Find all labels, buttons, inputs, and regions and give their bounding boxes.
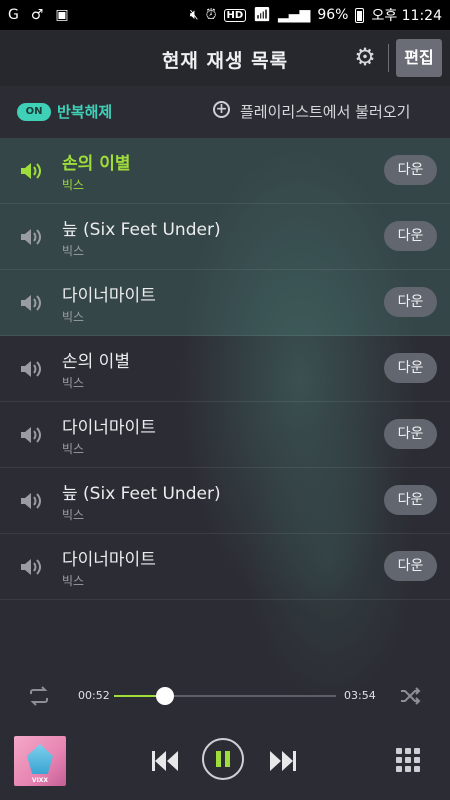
speaker-idle-icon bbox=[21, 361, 41, 377]
list-item[interactable]: 다이너마이트 빅스 다운 bbox=[0, 270, 450, 336]
hd-icon: HD bbox=[223, 8, 247, 22]
track-artist: 빅스 bbox=[62, 244, 85, 258]
track-artist: 빅스 bbox=[62, 508, 85, 522]
current-time: 00:52 bbox=[78, 689, 110, 702]
download-button[interactable]: 다운 bbox=[384, 419, 437, 449]
track-title: 다이너마이트 bbox=[62, 550, 156, 570]
flipboard-icon: ▣ bbox=[55, 7, 69, 23]
track-artist: 빅스 bbox=[62, 442, 85, 456]
male-icon: ♂ bbox=[30, 7, 44, 23]
wifi-icon: 📶︎ bbox=[253, 7, 271, 23]
edit-button[interactable]: 편집 bbox=[396, 39, 442, 77]
speaker-idle-icon bbox=[21, 559, 41, 575]
page-title: 현재 재생 목록 bbox=[161, 50, 289, 72]
track-list: 손의 이별 빅스 다운 늪 (Six Feet Under) 빅스 다운 다이너… bbox=[0, 138, 450, 600]
download-button[interactable]: 다운 bbox=[384, 221, 437, 251]
previous-icon[interactable] bbox=[150, 748, 180, 774]
download-button[interactable]: 다운 bbox=[384, 551, 437, 581]
track-artist: 빅스 bbox=[62, 376, 85, 390]
battery-percent: 96% bbox=[317, 7, 349, 23]
speaker-idle-icon bbox=[21, 493, 41, 509]
track-title: 다이너마이트 bbox=[62, 286, 156, 306]
clock: 오후 11:24 bbox=[371, 8, 442, 24]
album-art-figure bbox=[27, 744, 53, 774]
gear-icon[interactable]: ⚙ bbox=[350, 42, 380, 72]
total-time: 03:54 bbox=[344, 689, 376, 702]
playlist-options-bar: ON 반복해제 + 플레이리스트에서 불러오기 bbox=[0, 86, 450, 138]
track-artist: 빅스 bbox=[62, 310, 85, 324]
header-divider bbox=[388, 44, 389, 72]
list-item[interactable]: 다이너마이트 빅스 다운 bbox=[0, 402, 450, 468]
g-icon: G bbox=[8, 7, 19, 23]
repeat-label[interactable]: 반복해제 bbox=[57, 101, 112, 122]
repeat-icon[interactable] bbox=[27, 684, 51, 708]
status-bar: G ♂ ▣ 🔇︎ ⏰︎ HD 📶︎ ▂▄▆ 96% 오후 11:24 bbox=[0, 0, 450, 30]
pause-button[interactable] bbox=[202, 738, 244, 780]
battery-icon bbox=[355, 7, 365, 23]
album-art-text: VIXX bbox=[31, 777, 49, 784]
speaker-idle-icon bbox=[21, 295, 41, 311]
download-button[interactable]: 다운 bbox=[384, 155, 437, 185]
mute-icon: 🔇︎ bbox=[189, 7, 199, 23]
header: 현재 재생 목록 ⚙ 편집 bbox=[0, 30, 450, 86]
speaker-playing-icon bbox=[21, 163, 41, 179]
download-button[interactable]: 다운 bbox=[384, 485, 437, 515]
player-bar: 00:52 03:54 VIXX bbox=[0, 670, 450, 800]
seek-bar[interactable] bbox=[114, 687, 336, 705]
load-playlist-link[interactable]: 플레이리스트에서 불러오기 bbox=[240, 101, 410, 122]
status-left-icons: G ♂ ▣ bbox=[8, 7, 69, 23]
list-item[interactable]: 손의 이별 빅스 다운 bbox=[0, 336, 450, 402]
track-title: 손의 이별 bbox=[62, 154, 131, 174]
speaker-idle-icon bbox=[21, 229, 41, 245]
speaker-idle-icon bbox=[21, 427, 41, 443]
alarm-icon: ⏰︎ bbox=[205, 7, 217, 23]
seek-handle[interactable] bbox=[156, 687, 175, 705]
plus-circle-icon[interactable]: + bbox=[213, 101, 230, 118]
download-button[interactable]: 다운 bbox=[384, 353, 437, 383]
track-title: 늪 (Six Feet Under) bbox=[62, 484, 221, 504]
track-artist: 빅스 bbox=[62, 574, 85, 588]
list-item[interactable]: 늪 (Six Feet Under) 빅스 다운 bbox=[0, 468, 450, 534]
album-art[interactable]: VIXX bbox=[14, 736, 66, 786]
list-item[interactable]: 늪 (Six Feet Under) 빅스 다운 bbox=[0, 204, 450, 270]
shuffle-icon[interactable] bbox=[398, 684, 422, 708]
menu-grid-icon[interactable] bbox=[396, 748, 420, 772]
track-title: 손의 이별 bbox=[62, 352, 130, 372]
track-title: 늪 (Six Feet Under) bbox=[62, 220, 221, 240]
next-icon[interactable] bbox=[268, 748, 298, 774]
download-button[interactable]: 다운 bbox=[384, 287, 437, 317]
signal-icon: ▂▄▆ bbox=[278, 7, 311, 23]
track-artist: 빅스 bbox=[62, 178, 85, 192]
repeat-toggle[interactable]: ON bbox=[17, 103, 51, 121]
list-item[interactable]: 손의 이별 빅스 다운 bbox=[0, 138, 450, 204]
status-right-icons: 🔇︎ ⏰︎ HD 📶︎ ▂▄▆ 96% 오후 11:24 bbox=[190, 5, 442, 25]
track-title: 다이너마이트 bbox=[62, 418, 156, 438]
list-item[interactable]: 다이너마이트 빅스 다운 bbox=[0, 534, 450, 600]
